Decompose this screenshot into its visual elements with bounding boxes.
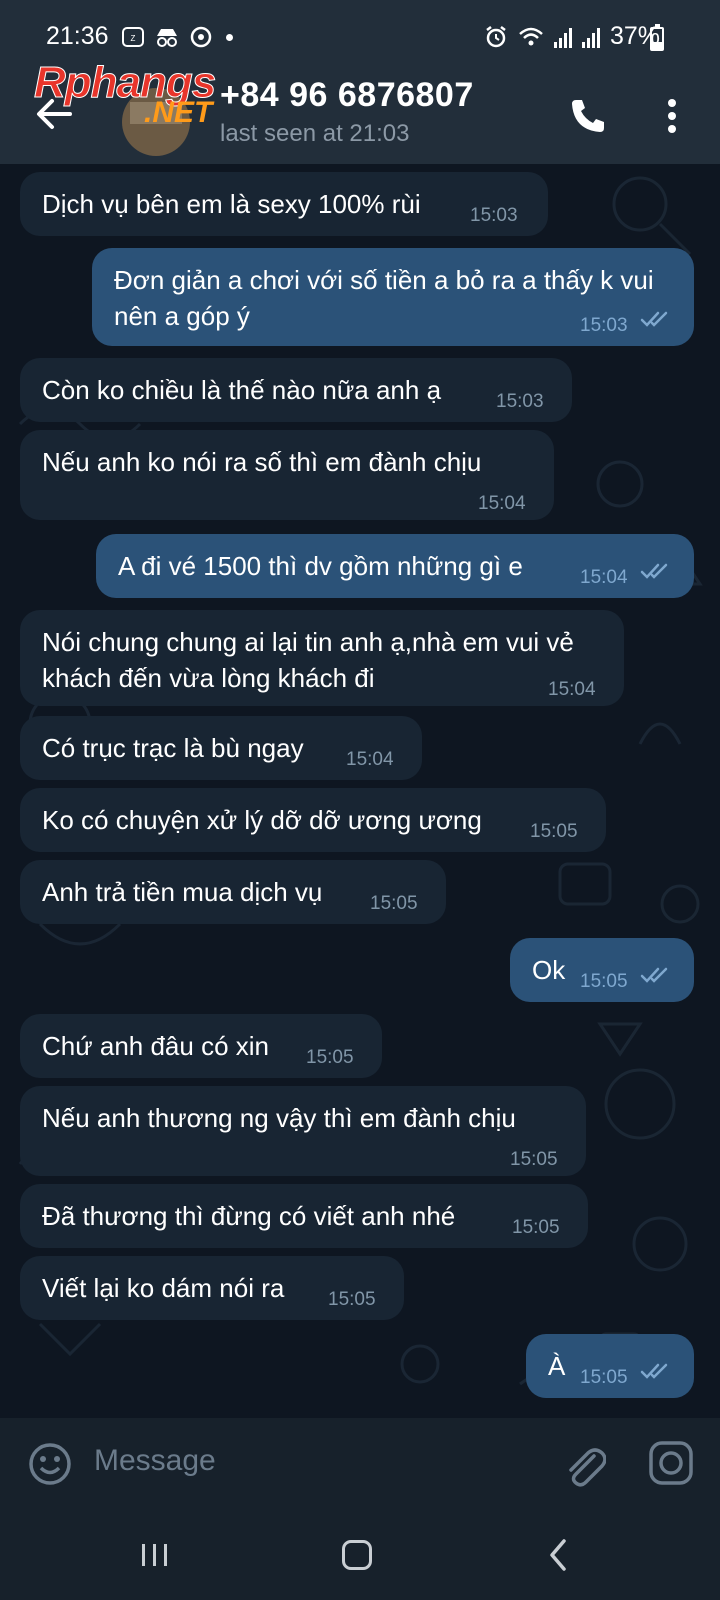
wifi-icon xyxy=(519,27,543,45)
message-timestamp: 15:04 xyxy=(548,679,596,700)
outgoing-message-bubble[interactable]: A đi vé 1500 thì dv gồm những gì e 15:04 xyxy=(96,534,694,598)
signal-icon xyxy=(581,27,600,48)
telegram-chat-screen: { "status_bar": { "time": "21:36", "left… xyxy=(0,0,720,1600)
incoming-message-bubble[interactable]: Anh trả tiền mua dịch vụ 15:05 xyxy=(20,860,446,924)
signal-icon xyxy=(553,27,572,48)
phone-call-icon[interactable] xyxy=(568,96,608,136)
incoming-message-bubble[interactable]: Dịch vụ bên em là sexy 100% rùi 15:03 xyxy=(20,172,548,236)
message-list[interactable]: Dịch vụ bên em là sexy 100% rùi 15:03 Đơn … xyxy=(0,164,720,1418)
message-timestamp: 15:05 xyxy=(580,971,628,992)
read-double-check-icon xyxy=(640,1363,668,1379)
watermark-text-bottom: .NET xyxy=(144,96,213,129)
watermark-logo: Rphangs .NET xyxy=(33,58,264,130)
battery-icon xyxy=(650,24,664,51)
home-button-icon[interactable] xyxy=(342,1540,372,1570)
outgoing-message-bubble[interactable]: Đơn giản a chơi với số tiền a bỏ ra a th… xyxy=(92,248,694,346)
incoming-message-bubble[interactable]: Chứ anh đâu có xin 15:05 xyxy=(20,1014,382,1078)
notification-icons: Z xyxy=(122,26,233,48)
incoming-message-bubble[interactable]: Có trục trạc là bù ngay 15:04 xyxy=(20,716,422,780)
recent-apps-icon[interactable] xyxy=(140,1542,170,1568)
system-status-icons: 37% xyxy=(484,22,660,51)
message-timestamp: 15:05 xyxy=(306,1047,354,1068)
outgoing-message-bubble[interactable]: Ok 15:05 xyxy=(510,938,694,1002)
read-double-check-icon xyxy=(640,563,668,579)
android-navigation-bar xyxy=(0,1510,720,1600)
message-timestamp: 15:03 xyxy=(470,205,518,226)
more-options-icon[interactable] xyxy=(662,96,682,136)
message-timestamp: 15:04 xyxy=(478,493,526,514)
message-timestamp: 15:05 xyxy=(370,893,418,914)
message-input[interactable]: Message xyxy=(94,1444,216,1478)
incognito-icon xyxy=(157,29,177,47)
outgoing-message-bubble[interactable]: À 15:05 xyxy=(526,1334,694,1398)
message-text: Nói chung chung ai lại tin anh ạ,nhà em … xyxy=(42,627,574,693)
message-timestamp: 15:05 xyxy=(580,1367,628,1388)
incoming-message-bubble[interactable]: Đã thương thì đừng có viết anh nhé 15:05 xyxy=(20,1184,588,1248)
message-text: Còn ko chiều là thế nào nữa anh ạ xyxy=(42,375,442,405)
emoji-icon[interactable] xyxy=(28,1442,72,1486)
message-text: Ko có chuyện xử lý dỡ dỡ ương ương xyxy=(42,805,482,835)
message-timestamp: 15:05 xyxy=(510,1149,558,1170)
incoming-message-bubble[interactable]: Ko có chuyện xử lý dỡ dỡ ương ương 15:05 xyxy=(20,788,606,852)
attachment-paperclip-icon[interactable] xyxy=(562,1440,606,1488)
message-text: Nếu anh ko nói ra số thì em đành chịu xyxy=(42,447,482,477)
message-text: Đã thương thì đừng có viết anh nhé xyxy=(42,1201,456,1231)
camera-icon[interactable] xyxy=(648,1440,694,1486)
message-text: Nếu anh thương ng vậy thì em đành chịu xyxy=(42,1103,516,1133)
dot-icon xyxy=(226,33,233,41)
message-timestamp: 15:03 xyxy=(580,315,628,336)
incoming-message-bubble[interactable]: Còn ko chiều là thế nào nữa anh ạ 15:03 xyxy=(20,358,572,422)
status-time: 21:36 xyxy=(46,22,109,50)
message-timestamp: 15:05 xyxy=(512,1217,560,1238)
read-double-check-icon xyxy=(640,967,668,983)
message-timestamp: 15:04 xyxy=(346,749,394,770)
read-double-check-icon xyxy=(640,311,668,327)
message-timestamp: 15:05 xyxy=(328,1289,376,1310)
incoming-message-bubble[interactable]: Viết lại ko dám nói ra 15:05 xyxy=(20,1256,404,1320)
message-timestamp: 15:04 xyxy=(580,567,628,588)
zalo-icon: Z xyxy=(122,27,144,47)
nav-back-icon[interactable] xyxy=(548,1538,568,1572)
message-input-bar: Message xyxy=(0,1418,720,1510)
whatsapp-business-icon xyxy=(190,26,212,48)
message-timestamp: 15:05 xyxy=(530,821,578,842)
alarm-icon xyxy=(486,25,506,47)
incoming-message-bubble[interactable]: Nói chung chung ai lại tin anh ạ,nhà em … xyxy=(20,610,624,706)
incoming-message-bubble[interactable]: Nếu anh ko nói ra số thì em đành chịu 15:… xyxy=(20,430,554,520)
incoming-message-bubble[interactable]: Nếu anh thương ng vậy thì em đành chịu 15… xyxy=(20,1086,586,1176)
message-timestamp: 15:03 xyxy=(496,391,544,412)
message-text: Dịch vụ bên em là sexy 100% rùi xyxy=(42,189,421,219)
